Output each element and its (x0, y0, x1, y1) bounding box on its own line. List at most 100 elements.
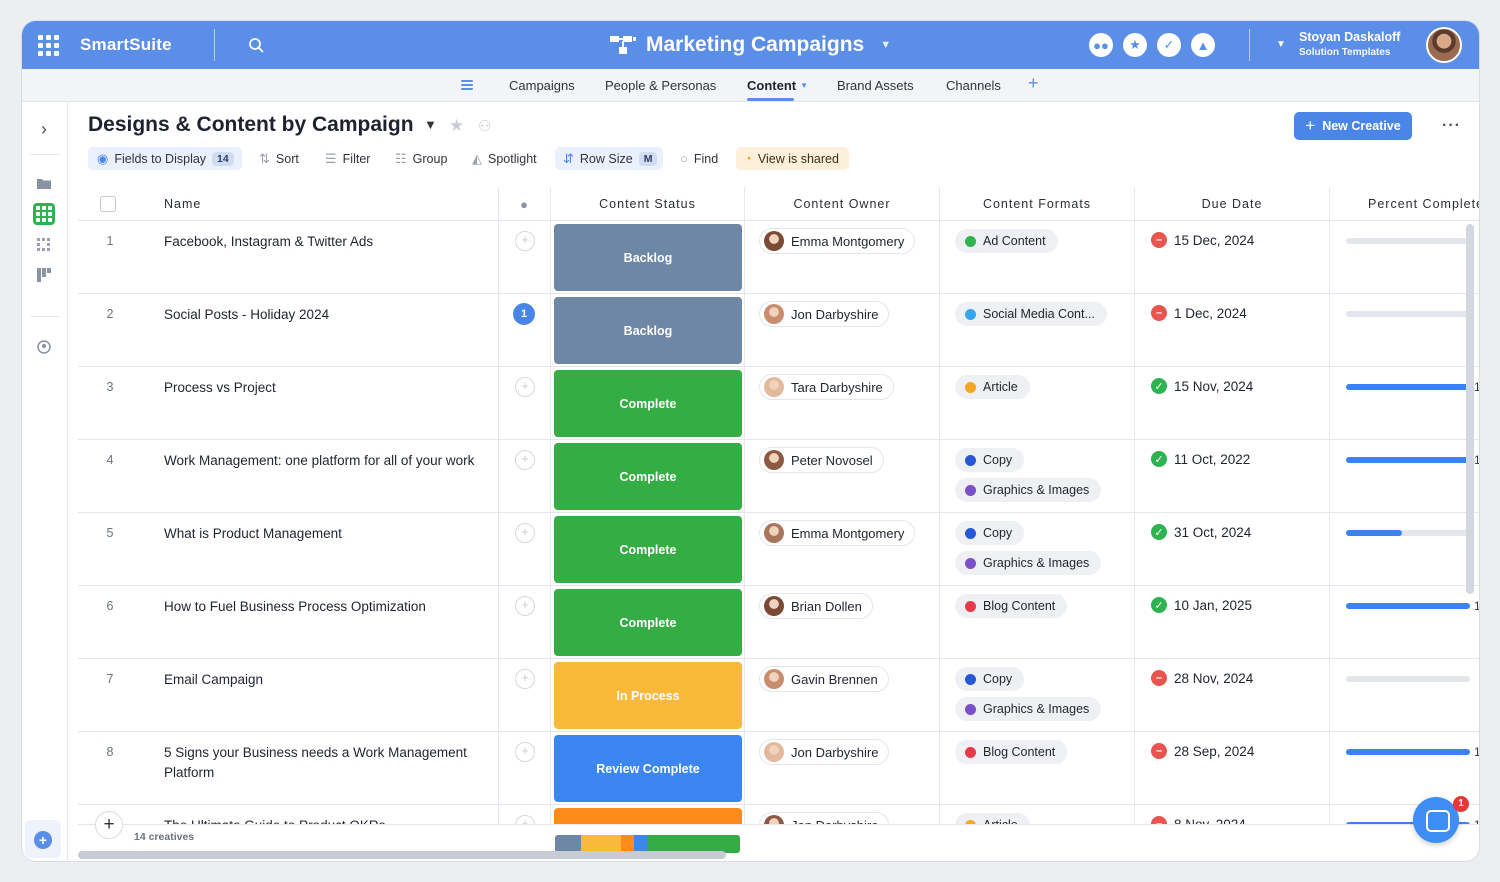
comment-count-badge[interactable]: 1 (513, 303, 535, 325)
comments-cell[interactable]: + (499, 586, 551, 659)
record-title[interactable]: 5 Signs your Business needs a Work Manag… (164, 743, 494, 782)
owner-chip[interactable]: Jon Darbyshire (759, 812, 890, 824)
due-date-cell[interactable]: – 15 Dec, 2024 (1135, 221, 1330, 294)
table-row[interactable]: 2 Social Posts - Holiday 2024 1 Backlog … (78, 294, 1479, 367)
name-cell[interactable]: 3 Process vs Project (78, 367, 499, 440)
owner-chip[interactable]: Jon Darbyshire (759, 301, 890, 327)
percent-cell[interactable]: 1 (1330, 367, 1479, 440)
add-comment-icon[interactable]: + (515, 596, 535, 616)
column-header-formats[interactable]: Content Formats (940, 187, 1135, 221)
avatar[interactable] (1426, 27, 1462, 63)
tab-people-personas[interactable]: People & Personas (605, 78, 716, 93)
add-comment-icon[interactable]: + (515, 450, 535, 470)
comments-cell[interactable]: + (499, 440, 551, 513)
column-header-name[interactable]: Name (78, 187, 499, 221)
comments-cell[interactable]: + (499, 805, 551, 824)
members-icon[interactable]: ●● (1089, 33, 1113, 57)
due-date[interactable]: – 15 Dec, 2024 (1151, 232, 1254, 248)
column-header-comments[interactable]: ● (499, 187, 551, 221)
record-title[interactable]: Facebook, Instagram & Twitter Ads (164, 232, 494, 252)
share-people-icon[interactable]: ⚇ (478, 117, 491, 135)
add-table-icon[interactable]: + (1028, 73, 1039, 94)
comments-cell[interactable]: + (499, 221, 551, 294)
status-tag[interactable]: Review Complete (554, 735, 742, 802)
select-all-checkbox[interactable] (100, 196, 116, 212)
status-cell[interactable]: Backlog (551, 294, 745, 367)
view-shared-button[interactable]: ◔ View is shared (736, 147, 849, 170)
percent-cell[interactable] (1330, 513, 1479, 586)
due-date-cell[interactable]: – 28 Nov, 2024 (1135, 659, 1330, 732)
owner-cell[interactable]: Gavin Brennen (745, 659, 940, 732)
owner-chip[interactable]: Gavin Brennen (759, 666, 889, 692)
format-tag[interactable]: Graphics & Images (955, 478, 1102, 502)
format-tag[interactable]: Graphics & Images (955, 551, 1102, 575)
owner-cell[interactable]: Peter Novosel (745, 440, 940, 513)
add-comment-icon[interactable]: + (515, 523, 535, 543)
status-cell[interactable]: Complete (551, 513, 745, 586)
table-row[interactable]: 4 Work Management: one platform for all … (78, 440, 1479, 513)
user-name[interactable]: Stoyan Daskaloff (1299, 30, 1400, 44)
card-view-icon[interactable] (35, 236, 53, 254)
due-date[interactable]: – 1 Dec, 2024 (1151, 305, 1247, 321)
folder-icon[interactable] (35, 174, 53, 192)
due-date[interactable]: ✓ 10 Jan, 2025 (1151, 597, 1252, 613)
comments-cell[interactable]: + (499, 732, 551, 805)
status-tag[interactable] (554, 808, 742, 824)
status-cell[interactable]: Complete (551, 440, 745, 513)
search-icon[interactable] (248, 37, 264, 53)
status-tag[interactable]: In Process (554, 662, 742, 729)
due-date[interactable]: ✓ 11 Oct, 2022 (1151, 451, 1250, 467)
owner-cell[interactable]: Jon Darbyshire (745, 294, 940, 367)
record-title[interactable]: Email Campaign (164, 670, 494, 690)
owner-cell[interactable]: Jon Darbyshire (745, 805, 940, 824)
name-cell[interactable]: 5 What is Product Management (78, 513, 499, 586)
comments-cell[interactable]: + (499, 513, 551, 586)
filter-button[interactable]: ☰ Filter (325, 147, 370, 170)
status-cell[interactable]: Complete (551, 586, 745, 659)
chevron-down-icon[interactable]: ▼ (424, 117, 437, 132)
name-cell[interactable]: 1 Facebook, Instagram & Twitter Ads (78, 221, 499, 294)
column-header-due-date[interactable]: Due Date (1135, 187, 1330, 221)
format-tag[interactable]: Ad Content (955, 229, 1058, 253)
owner-chip[interactable]: Emma Montgomery (759, 228, 916, 254)
status-tag[interactable]: Backlog (554, 224, 742, 291)
user-circle-icon[interactable] (35, 338, 53, 356)
apps-grid-icon[interactable] (36, 33, 60, 57)
format-tag[interactable]: Article (955, 375, 1030, 399)
due-date[interactable]: ✓ 15 Nov, 2024 (1151, 378, 1253, 394)
brand-logo[interactable]: SmartSuite (80, 35, 172, 55)
chevron-down-icon[interactable]: ▼ (1276, 39, 1286, 50)
percent-cell[interactable] (1330, 294, 1479, 367)
new-creative-button[interactable]: + New Creative (1294, 112, 1412, 140)
star-icon[interactable]: ★ (1123, 33, 1147, 57)
spotlight-button[interactable]: ◭ Spotlight (472, 147, 537, 170)
formats-cell[interactable]: Copy Graphics & Images (940, 440, 1135, 513)
owner-chip[interactable]: Jon Darbyshire (759, 739, 890, 765)
format-tag[interactable]: Article (955, 813, 1030, 824)
owner-cell[interactable]: Jon Darbyshire (745, 732, 940, 805)
record-title[interactable]: How to Fuel Business Process Optimizatio… (164, 597, 494, 617)
formats-cell[interactable]: Copy Graphics & Images (940, 659, 1135, 732)
owner-cell[interactable]: Tara Darbyshire (745, 367, 940, 440)
table-row[interactable]: 5 What is Product Management + Complete … (78, 513, 1479, 586)
name-cell[interactable]: 9 The Ultimate Guide to Product OKRs (78, 805, 499, 824)
tab-brand-assets[interactable]: Brand Assets (837, 78, 914, 93)
name-cell[interactable]: 2 Social Posts - Holiday 2024 (78, 294, 499, 367)
name-cell[interactable]: 7 Email Campaign (78, 659, 499, 732)
add-comment-icon[interactable]: + (515, 377, 535, 397)
status-tag[interactable]: Complete (554, 589, 742, 656)
due-date-cell[interactable]: ✓ 31 Oct, 2024 (1135, 513, 1330, 586)
record-title[interactable]: What is Product Management (164, 524, 494, 544)
tab-campaigns[interactable]: Campaigns (509, 78, 575, 93)
grid-view-icon[interactable] (33, 203, 55, 225)
format-tag[interactable]: Copy (955, 667, 1025, 691)
table-row[interactable]: 8 5 Signs your Business needs a Work Man… (78, 732, 1479, 805)
fields-to-display-button[interactable]: ◉ Fields to Display 14 (88, 147, 242, 170)
format-tag[interactable]: Graphics & Images (955, 697, 1102, 721)
table-row[interactable]: 9 The Ultimate Guide to Product OKRs + J… (78, 805, 1479, 824)
add-record-button[interactable]: + (95, 811, 123, 839)
menu-icon[interactable] (461, 80, 473, 90)
table-row[interactable]: 1 Facebook, Instagram & Twitter Ads + Ba… (78, 221, 1479, 294)
status-cell[interactable]: Complete (551, 367, 745, 440)
formats-cell[interactable]: Social Media Cont... (940, 294, 1135, 367)
